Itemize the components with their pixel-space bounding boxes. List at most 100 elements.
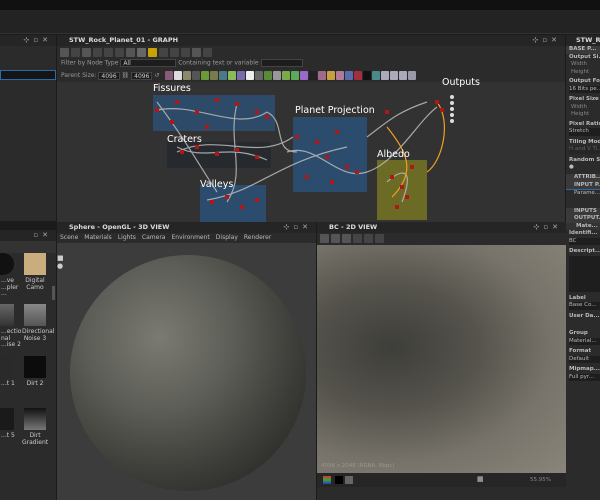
graph-node[interactable] (265, 115, 269, 119)
pixel-ratio-select[interactable]: Stretch (569, 128, 600, 136)
atomic-node-button[interactable] (219, 71, 228, 80)
material-group[interactable]: Mate... (566, 222, 600, 230)
histogram-icon[interactable] (375, 234, 384, 243)
save-icon[interactable] (331, 234, 340, 243)
tool-icon[interactable] (181, 48, 190, 57)
graph-node[interactable] (155, 108, 159, 112)
panel-controls[interactable]: ⊹▫✕ (533, 35, 561, 46)
atomic-node-button[interactable] (165, 71, 174, 80)
document-icon[interactable] (342, 234, 351, 243)
atomic-node-button[interactable] (354, 71, 363, 80)
search-icon[interactable] (104, 48, 113, 57)
graph-node[interactable] (335, 130, 339, 134)
library-thumb[interactable] (0, 253, 14, 275)
reset-icon[interactable]: ↺ (154, 72, 159, 79)
frame-icon[interactable] (60, 48, 69, 57)
section-input-parameters[interactable]: INPUT P... (566, 181, 600, 190)
menu-lights[interactable]: Lights (118, 234, 136, 241)
atomic-node-button[interactable] (255, 71, 264, 80)
export-icon[interactable] (192, 48, 201, 57)
route-icon[interactable] (159, 48, 168, 57)
atomic-node-button[interactable] (237, 71, 246, 80)
mipmaps-select[interactable]: Full pyr... (569, 373, 600, 381)
panel-controls[interactable]: ⊹▫✕ (534, 222, 562, 233)
section-outputs[interactable]: OUTPUT... (566, 215, 600, 223)
graph-node[interactable] (255, 155, 259, 159)
panel-controls[interactable]: ▫✕ (33, 230, 52, 241)
output-format-select[interactable]: 16 Bits pe... (569, 85, 600, 93)
graph-node[interactable] (385, 110, 389, 114)
graph-node[interactable] (295, 135, 299, 139)
info-icon[interactable] (364, 234, 373, 243)
graph-node[interactable] (195, 145, 199, 149)
graph-node[interactable] (225, 195, 229, 199)
menu-environment[interactable]: Environment (171, 234, 209, 241)
library-thumb[interactable] (24, 356, 46, 378)
grid-icon[interactable] (203, 48, 212, 57)
menu-camera[interactable]: Camera (142, 234, 166, 241)
atomic-node-button[interactable] (408, 71, 417, 80)
graph-node[interactable] (210, 200, 214, 204)
atomic-node-button[interactable] (300, 71, 309, 80)
library-thumb[interactable] (0, 356, 14, 378)
graph-node[interactable] (255, 110, 259, 114)
atomic-node-button[interactable] (291, 71, 300, 80)
explorer-search-input[interactable] (0, 70, 56, 80)
section-base[interactable]: BASE P... (566, 46, 600, 54)
format-select[interactable]: Default (569, 355, 600, 363)
atomic-node-button[interactable] (228, 71, 237, 80)
atomic-node-button[interactable] (363, 71, 372, 80)
size-select[interactable]: 4096 (131, 71, 153, 80)
library-scrollbar[interactable] (52, 286, 55, 300)
graph-node[interactable] (390, 175, 394, 179)
atomic-node-button[interactable] (264, 71, 273, 80)
move-icon[interactable] (71, 48, 80, 57)
panel-controls[interactable]: ⊹▫✕ (24, 35, 52, 46)
atomic-node-button[interactable] (390, 71, 399, 80)
atomic-node-button[interactable] (174, 71, 183, 80)
graph-node[interactable] (325, 155, 329, 159)
atomic-node-button[interactable] (282, 71, 291, 80)
library-thumb[interactable] (0, 304, 14, 326)
label-input[interactable]: Base Co... (569, 302, 600, 310)
section-attributes[interactable]: ATTRIB... (566, 174, 600, 182)
menu-scene[interactable]: Scene (60, 234, 78, 241)
atomic-node-button[interactable] (318, 71, 327, 80)
graph-node[interactable] (175, 100, 179, 104)
identifier-input[interactable]: BC (569, 237, 600, 245)
atomic-node-button[interactable] (399, 71, 408, 80)
graph-node[interactable] (395, 205, 399, 209)
description-input[interactable] (569, 255, 600, 292)
atomic-node-button[interactable] (192, 71, 201, 80)
atomic-node-button[interactable] (372, 71, 381, 80)
atomic-node-button[interactable] (327, 71, 336, 80)
menu-display[interactable]: Display (216, 234, 238, 241)
atomic-node-button[interactable] (183, 71, 192, 80)
atomic-node-button[interactable] (336, 71, 345, 80)
graph-node[interactable] (215, 152, 219, 156)
info-icon[interactable] (93, 48, 102, 57)
graph-node[interactable] (235, 148, 239, 152)
filter-select[interactable]: All (120, 59, 177, 67)
2d-texture-view[interactable]: 4096 x 2048 (RGBA, 8bpc) (317, 245, 566, 473)
graph-node[interactable] (255, 198, 259, 202)
black-bg-icon[interactable] (335, 476, 343, 484)
contains-input[interactable] (260, 59, 303, 67)
graph-node[interactable] (205, 125, 209, 129)
graph-node[interactable] (235, 102, 239, 106)
align-icon[interactable] (115, 48, 124, 57)
library-thumb[interactable] (24, 304, 46, 326)
tiling-select[interactable]: H and V Ti... (569, 146, 600, 154)
atomic-node-button[interactable] (210, 71, 219, 80)
camera-icon[interactable] (82, 48, 91, 57)
graph-node[interactable] (410, 165, 414, 169)
3d-viewport[interactable] (57, 243, 316, 500)
section-inputs[interactable]: INPUTS (566, 207, 600, 215)
library-thumb[interactable] (24, 253, 46, 275)
graph-node[interactable] (355, 170, 359, 174)
atomic-node-button[interactable] (345, 71, 354, 80)
gray-bg-icon[interactable] (345, 476, 353, 484)
graph-node[interactable] (315, 140, 319, 144)
graph-node[interactable] (405, 195, 409, 199)
menu-renderer[interactable]: Renderer (244, 234, 271, 241)
